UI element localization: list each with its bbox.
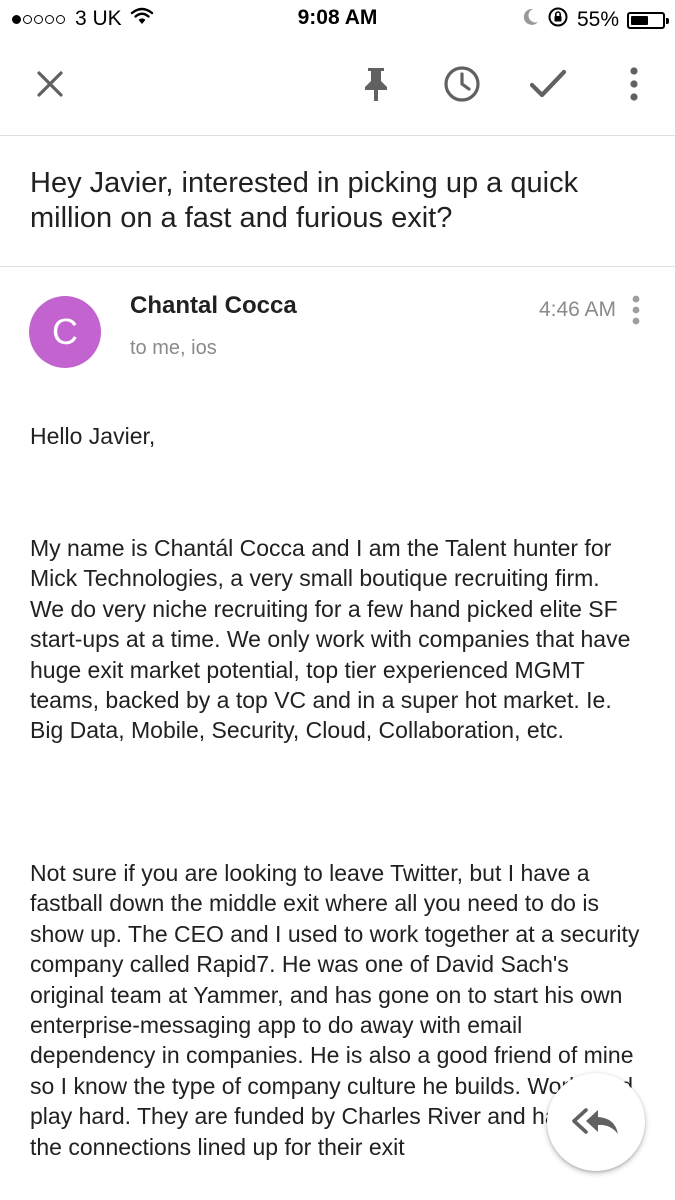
- more-vert-icon: [632, 295, 640, 325]
- done-button[interactable]: [524, 60, 572, 108]
- reply-all-icon: [572, 1108, 618, 1134]
- status-bar: 3 UK 9:08 AM 55%: [0, 0, 675, 38]
- email-subject: Hey Javier, interested in picking up a q…: [30, 167, 579, 234]
- close-button[interactable]: [26, 60, 74, 108]
- battery-percent: 55%: [576, 8, 619, 31]
- battery-icon: [627, 11, 669, 29]
- email-greeting: Hello Javier,: [30, 423, 156, 449]
- email-paragraph: My name is Chantál Cocca and I am the Ta…: [30, 535, 631, 744]
- top-toolbar: [0, 38, 675, 136]
- status-right: 55%: [523, 6, 669, 34]
- recipients-line[interactable]: to me, ios: [130, 337, 217, 360]
- sender-name[interactable]: Chantal Cocca: [130, 292, 297, 320]
- more-options-button[interactable]: [610, 60, 658, 108]
- message-time: 4:46 AM: [538, 298, 616, 321]
- sender-avatar[interactable]: C: [29, 296, 101, 368]
- message-more-button[interactable]: [622, 292, 650, 328]
- rotation-lock-icon: [547, 6, 577, 34]
- reply-all-button[interactable]: [547, 1073, 645, 1171]
- done-check-icon: [529, 69, 567, 98]
- avatar-initial: C: [52, 311, 78, 352]
- pin-button[interactable]: [352, 60, 400, 108]
- snooze-button[interactable]: [438, 60, 486, 108]
- moon-icon: [523, 8, 547, 32]
- close-icon: [37, 71, 63, 97]
- snooze-clock-icon: [444, 66, 480, 102]
- divider: [0, 266, 675, 267]
- pin-icon: [365, 68, 387, 101]
- more-vert-icon: [630, 67, 638, 101]
